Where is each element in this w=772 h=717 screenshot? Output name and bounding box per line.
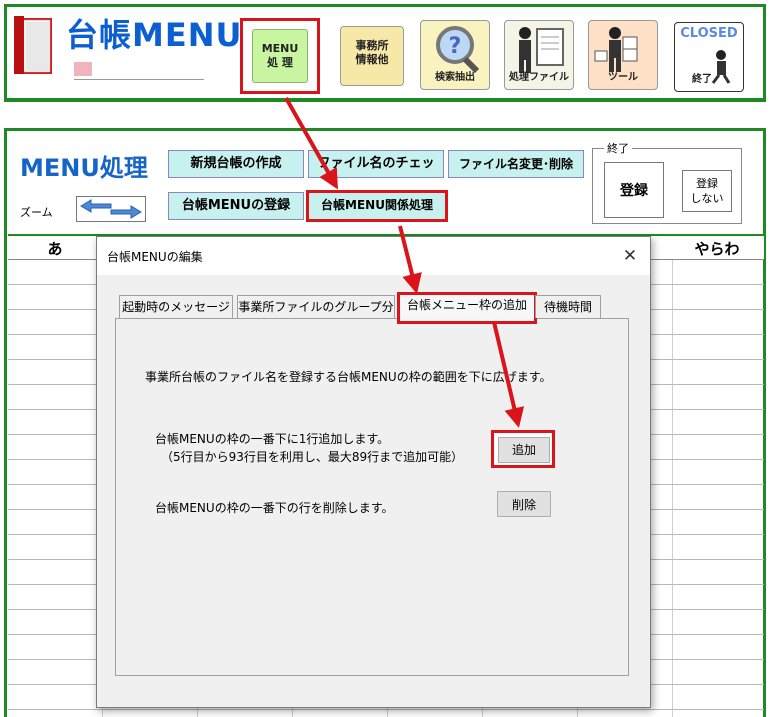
person-file-icon [519, 27, 564, 73]
tab-startup-message[interactable]: 起動時のメッセージ [119, 295, 233, 318]
tab-description: 事業所台帳のファイル名を登録する台帳MENUの枠の範囲を下に広げます。 [145, 370, 552, 384]
closed-label: CLOSED [680, 26, 738, 41]
file-name-change-button[interactable]: ファイル名変更･削除 [448, 150, 584, 178]
menu-process-button[interactable]: MENU 処 理 [240, 18, 320, 94]
add-row-note: （5行目から93行目を利用し、最大89行まで追加可能） [161, 450, 464, 464]
closed-exit-button[interactable]: CLOSED 終了 [674, 22, 744, 92]
search-extract-label: 検索抽出 [435, 72, 475, 83]
menu-process-label-2: 処 理 [267, 56, 293, 69]
edit-menu-dialog: 台帳MENUの編集 ✕ 起動時のメッセージ 事業所ファイルのグループ分 台帳メニ… [96, 236, 651, 708]
menu-related-button[interactable]: 台帳MENU関係処理 [306, 190, 448, 222]
no-register-label-2: しない [690, 192, 724, 205]
add-row-button-highlight: 追加 [491, 430, 555, 468]
register-menu-button[interactable]: 台帳MENUの登録 [168, 192, 304, 220]
column-header-yarawa: やらわ [694, 240, 740, 258]
ledger-book-icon [14, 16, 52, 74]
search-extract-button[interactable]: ? 検索抽出 [420, 20, 490, 90]
add-row-text: 台帳MENUの枠の一番下に1行追加します。 [155, 432, 390, 446]
file-name-check-button[interactable]: ファイル名のチェッ [308, 150, 444, 178]
no-register-exit-button[interactable]: 登録 しない [682, 170, 732, 212]
column-header-a: あ [47, 240, 63, 258]
title-underline [74, 62, 204, 80]
office-info-label-1: 事務所 [355, 39, 389, 52]
delete-row-button[interactable]: 削除 [497, 491, 551, 517]
tab-add-menu-frame[interactable]: 台帳メニュー枠の追加 [397, 292, 537, 324]
closed-sub-label: 終了 [692, 74, 712, 85]
sheet-title: MENU処理 [20, 154, 148, 182]
no-register-label-1: 登録 [696, 177, 718, 190]
zoom-button[interactable] [76, 196, 146, 222]
close-icon[interactable]: ✕ [617, 243, 643, 269]
new-ledger-button[interactable]: 新規台帳の作成 [168, 150, 304, 178]
tools-label: ツール [608, 72, 638, 83]
zoom-label: ズーム [20, 206, 53, 219]
magnifier-icon: ? [436, 26, 480, 74]
office-info-label-2: 情報他 [355, 53, 389, 66]
app-title: 台帳MENU [66, 16, 243, 54]
process-file-label: 処理ファイル [509, 72, 569, 83]
process-file-button[interactable]: 処理ファイル [504, 20, 574, 90]
end-group-legend: 終了 [604, 140, 632, 156]
office-info-button[interactable]: 事務所 情報他 [340, 26, 404, 86]
add-row-button[interactable]: 追加 [498, 437, 550, 463]
tab-wait-time[interactable]: 待機時間 [535, 295, 601, 318]
person-boxes-icon [594, 27, 638, 72]
svg-text:?: ? [449, 34, 462, 59]
tools-button[interactable]: ツール [588, 20, 658, 90]
delete-row-text: 台帳MENUの枠の一番下の行を削除します。 [155, 501, 394, 515]
register-exit-button[interactable]: 登録 [604, 162, 664, 218]
double-arrow-icon [80, 199, 142, 219]
dialog-title: 台帳MENUの編集 [107, 250, 203, 264]
tab-file-grouping[interactable]: 事業所ファイルのグループ分 [237, 295, 395, 318]
title-marker [74, 62, 92, 76]
menu-process-label-1: MENU [261, 42, 299, 55]
